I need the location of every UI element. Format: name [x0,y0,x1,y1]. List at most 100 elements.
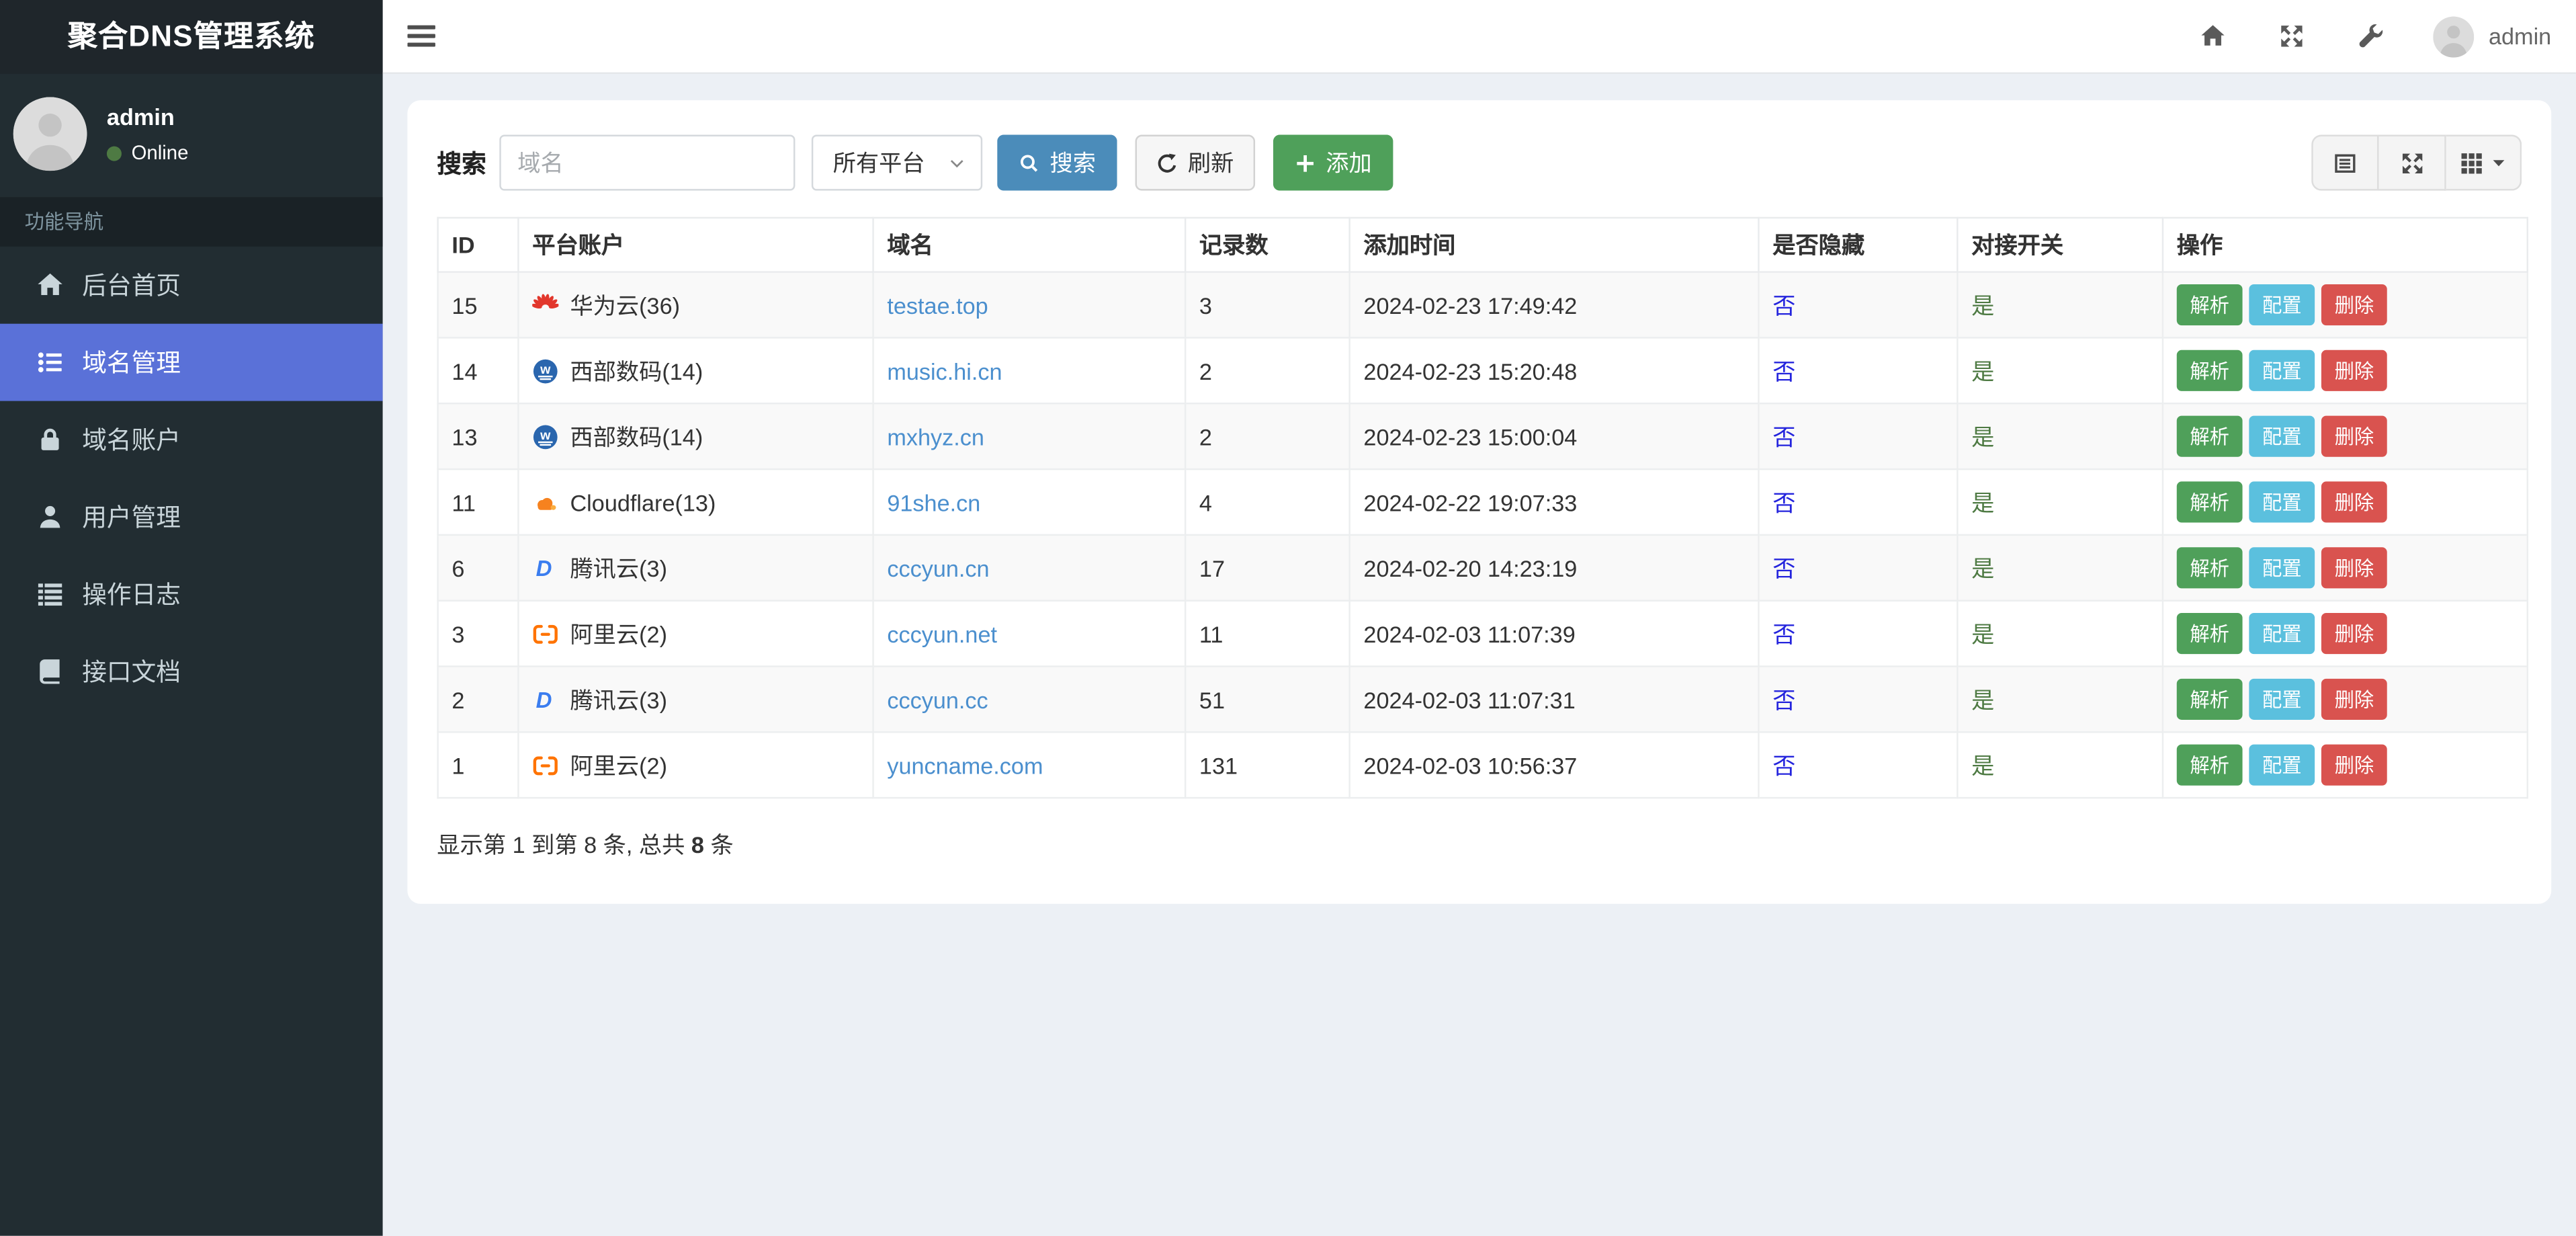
resolve-button[interactable]: 解析 [2176,547,2243,589]
domain-search-input[interactable] [499,134,796,191]
delete-button[interactable]: 删除 [2321,284,2387,326]
column-header-1: 平台账户 [517,216,874,273]
domain-link[interactable]: cccyun.cc [887,686,988,712]
resolve-button[interactable]: 解析 [2176,349,2243,391]
platform-name: 华为云(36) [570,292,681,319]
sidebar-item-log-list[interactable]: 操作日志 [0,555,383,632]
settings-button[interactable] [2331,23,2409,49]
user-status-link[interactable]: Online [106,141,188,165]
search-button[interactable]: 搜索 [997,134,1117,191]
sidebar-item-label: 接口文档 [82,659,181,688]
config-button[interactable]: 配置 [2249,284,2315,326]
hidden-toggle-link[interactable]: 否 [1772,489,1795,515]
resolve-button[interactable]: 解析 [2176,678,2243,720]
switch-toggle-link[interactable]: 是 [1971,620,1994,647]
hidden-toggle-link[interactable]: 否 [1772,752,1795,778]
refresh-icon [1156,152,1178,173]
cell-added-time: 2024-02-03 11:07:31 [1348,665,1760,733]
domain-link[interactable]: testae.top [887,292,988,318]
cell-records: 3 [1184,271,1350,339]
platform-select[interactable]: 所有平台 [811,134,983,191]
resolve-button[interactable]: 解析 [2176,481,2243,523]
resolve-button[interactable]: 解析 [2176,415,2243,457]
domain-link[interactable]: mxhyz.cn [887,423,984,450]
plus-icon [1295,152,1316,173]
hidden-toggle-link[interactable]: 否 [1772,554,1795,581]
switch-toggle-link[interactable]: 是 [1971,292,1994,318]
sidebar-toggle-button[interactable] [407,25,435,48]
config-button[interactable]: 配置 [2249,678,2315,720]
platform-name: 腾讯云(3) [570,554,668,581]
domain-link[interactable]: music.hi.cn [887,358,1002,384]
switch-toggle-link[interactable]: 是 [1971,358,1994,384]
table-fullscreen-button[interactable] [2378,134,2446,191]
cell-added-time: 2024-02-03 10:56:37 [1348,731,1760,799]
sidebar-item-home[interactable]: 后台首页 [0,247,383,324]
platform-select-value: 所有平台 [832,149,925,176]
column-header-3: 记录数 [1184,216,1350,273]
sidebar-item-list[interactable]: 域名管理 [0,323,383,401]
platform-name: 阿里云(2) [570,620,668,647]
cell-added-time: 2024-02-20 14:23:19 [1348,534,1760,602]
pagination-toggle-button[interactable] [2311,134,2379,191]
fullscreen-button[interactable] [2252,23,2331,49]
add-button[interactable]: 添加 [1273,134,1393,191]
domain-link[interactable]: 91she.cn [887,489,980,515]
hidden-toggle-link[interactable]: 否 [1772,620,1795,647]
cell-added-time: 2024-02-23 17:49:42 [1348,271,1760,339]
config-button[interactable]: 配置 [2249,613,2315,655]
switch-toggle-link[interactable]: 是 [1971,686,1994,712]
domain-link[interactable]: cccyun.cn [887,554,989,581]
sidebar-item-book[interactable]: 接口文档 [0,632,383,710]
domain-link[interactable]: yuncname.com [887,752,1043,778]
column-header-7: 操作 [2161,216,2529,273]
switch-toggle-link[interactable]: 是 [1971,423,1994,450]
columns-dropdown-button[interactable] [2446,134,2522,191]
aliyun-icon [532,752,558,778]
dnspod-icon: D [532,686,558,712]
domain-link[interactable]: cccyun.net [887,620,997,647]
app-title: 聚合DNS管理系统 [0,0,383,75]
delete-button[interactable]: 删除 [2321,613,2387,655]
cell-id: 2 [437,665,519,733]
config-button[interactable]: 配置 [2249,349,2315,391]
config-button[interactable]: 配置 [2249,744,2315,786]
config-button[interactable]: 配置 [2249,481,2315,523]
sidebar-item-user[interactable]: 用户管理 [0,479,383,556]
refresh-button[interactable]: 刷新 [1135,134,1256,191]
platform-name: 西部数码(14) [570,357,703,384]
table-row: 2 D 腾讯云(3) cccyun.cc 51 2024-02-03 11:07:31 否 是… [437,665,2529,733]
delete-button[interactable]: 删除 [2321,481,2387,523]
user-icon [36,503,65,531]
column-header-5: 是否隐藏 [1758,216,1959,273]
hidden-toggle-link[interactable]: 否 [1772,292,1795,318]
west-digital-icon: w [532,358,558,384]
config-button[interactable]: 配置 [2249,415,2315,457]
hidden-toggle-link[interactable]: 否 [1772,423,1795,450]
home-button[interactable] [2174,23,2252,49]
platform-name: 阿里云(2) [570,751,668,778]
svg-text:D: D [536,687,552,712]
delete-button[interactable]: 删除 [2321,415,2387,457]
caret-down-icon [2491,155,2507,171]
delete-button[interactable]: 删除 [2321,547,2387,589]
delete-button[interactable]: 删除 [2321,678,2387,720]
hidden-toggle-link[interactable]: 否 [1772,358,1795,384]
switch-toggle-link[interactable]: 是 [1971,554,1994,581]
resolve-button[interactable]: 解析 [2176,744,2243,786]
sidebar-item-lock[interactable]: 域名账户 [0,401,383,479]
delete-button[interactable]: 删除 [2321,744,2387,786]
column-header-6: 对接开关 [1957,216,2164,273]
book-icon [36,657,65,686]
svg-text:w: w [540,362,551,376]
resolve-button[interactable]: 解析 [2176,613,2243,655]
hidden-toggle-link[interactable]: 否 [1772,686,1795,712]
switch-toggle-link[interactable]: 是 [1971,752,1994,778]
fullscreen-icon [2278,23,2305,49]
switch-toggle-link[interactable]: 是 [1971,489,1994,515]
resolve-button[interactable]: 解析 [2176,284,2243,326]
user-name: admin [106,104,175,130]
config-button[interactable]: 配置 [2249,547,2315,589]
user-menu[interactable]: admin [2410,15,2551,57]
delete-button[interactable]: 删除 [2321,349,2387,391]
